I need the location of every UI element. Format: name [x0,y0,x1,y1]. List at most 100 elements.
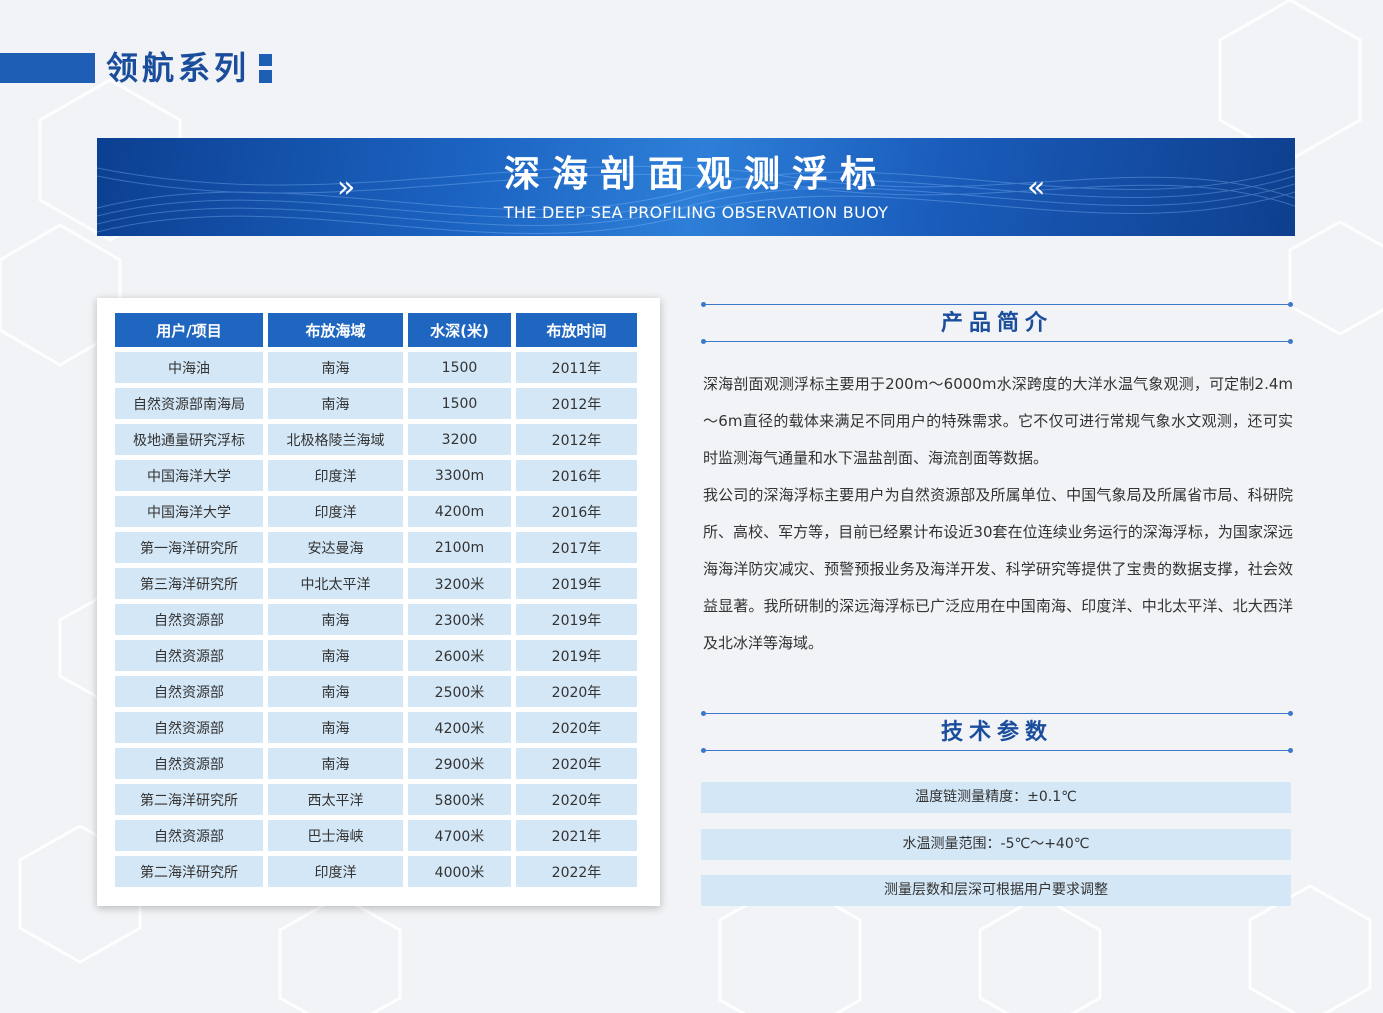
cell-year: 2019年 [516,640,637,671]
table-row: 自然资源部 南海 2600米 2019年 [115,640,637,671]
cell-depth: 3300m [408,460,511,491]
table-row: 第三海洋研究所 中北太平洋 3200米 2019年 [115,568,637,599]
cell-user: 第二海洋研究所 [115,856,263,887]
cell-sea: 南海 [268,676,403,707]
banner-subtitle: THE DEEP SEA PROFILING OBSERVATION BUOY [503,203,889,222]
cell-depth: 1500 [408,388,511,419]
cell-year: 2017年 [516,532,637,563]
header-sea-area: 布放海域 [268,313,403,347]
cell-year: 2016年 [516,460,637,491]
header-depth: 水深(米) [408,313,511,347]
cell-year: 2019年 [516,568,637,599]
table-row: 中国海洋大学 印度洋 4200m 2016年 [115,496,637,527]
cell-sea: 南海 [268,748,403,779]
cell-user: 自然资源部 [115,676,263,707]
cell-year: 2020年 [516,748,637,779]
table-row: 自然资源部 南海 4200米 2020年 [115,712,637,743]
cell-depth: 2500米 [408,676,511,707]
cell-sea: 南海 [268,712,403,743]
cell-user: 第三海洋研究所 [115,568,263,599]
cell-user: 自然资源部 [115,604,263,635]
cell-depth: 4700米 [408,820,511,851]
cell-user: 中国海洋大学 [115,496,263,527]
cell-year: 2016年 [516,496,637,527]
cell-depth: 4200米 [408,712,511,743]
cell-year: 2012年 [516,388,637,419]
cell-year: 2012年 [516,424,637,455]
cell-user: 中海油 [115,352,263,383]
cell-year: 2011年 [516,352,637,383]
cell-user: 中国海洋大学 [115,460,263,491]
cell-sea: 南海 [268,604,403,635]
table-row: 自然资源部 南海 2900米 2020年 [115,748,637,779]
cell-sea: 中北太平洋 [268,568,403,599]
cell-year: 2021年 [516,820,637,851]
cell-sea: 巴士海峡 [268,820,403,851]
intro-paragraph: 深海剖面观测浮标主要用于200m～6000m水深跨度的大洋水温气象观测，可定制2… [703,375,1293,467]
intro-divider-bottom [701,339,1293,344]
series-bar-right [259,54,272,83]
cell-year: 2019年 [516,604,637,635]
table-row: 中国海洋大学 印度洋 3300m 2016年 [115,460,637,491]
cell-year: 2022年 [516,856,637,887]
params-divider-top [701,711,1293,716]
banner-title: 深海剖面观测浮标 [503,154,888,195]
cell-sea: 南海 [268,388,403,419]
title-banner: » « 深海剖面观测浮标 THE DEEP SEA PROFILING OBSE… [97,138,1295,236]
cell-sea: 南海 [268,640,403,671]
param-item: 测量层数和层深可根据用户要求调整 [701,875,1291,906]
cell-depth: 4200m [408,496,511,527]
cell-depth: 3200米 [408,568,511,599]
cell-depth: 2900米 [408,748,511,779]
table-row: 第二海洋研究所 印度洋 4000米 2022年 [115,856,637,887]
table-row: 自然资源部南海局 南海 1500 2012年 [115,388,637,419]
series-title: 领航系列 [106,49,251,87]
table-row: 自然资源部 南海 2300米 2019年 [115,604,637,635]
table-header-row: 用户/项目 布放海域 水深(米) 布放时间 [115,313,637,347]
deployment-table: 用户/项目 布放海域 水深(米) 布放时间 中海油 南海 1500 2011年 自然资… [110,308,642,892]
cell-sea: 印度洋 [268,496,403,527]
cell-depth: 5800米 [408,784,511,815]
cell-sea: 印度洋 [268,856,403,887]
params-divider-bottom [701,748,1293,753]
cell-user: 自然资源部 [115,820,263,851]
cell-user: 极地通量研究浮标 [115,424,263,455]
param-item: 水温测量范围：-5℃～+40℃ [701,829,1291,860]
cell-sea: 北极格陵兰海域 [268,424,403,455]
table-row: 极地通量研究浮标 北极格陵兰海域 3200 2012年 [115,424,637,455]
header-deploy-time: 布放时间 [516,313,637,347]
intro-text: 深海剖面观测浮标主要用于200m～6000m水深跨度的大洋水温气象观测，可定制2… [703,366,1293,662]
param-item: 温度链测量精度：±0.1℃ [701,782,1291,813]
cell-user: 自然资源部 [115,640,263,671]
cell-sea: 印度洋 [268,460,403,491]
intro-paragraph: 我公司的深海浮标主要用户为自然资源部及所属单位、中国气象局及所属省市局、科研院所… [703,486,1293,652]
series-bar-left [0,53,95,83]
intro-divider-top [701,302,1293,307]
cell-sea: 西太平洋 [268,784,403,815]
cell-year: 2020年 [516,784,637,815]
deployment-table-card: 用户/项目 布放海域 水深(米) 布放时间 中海油 南海 1500 2011年 自然资… [97,298,660,906]
table-row: 第一海洋研究所 安达曼海 2100m 2017年 [115,532,637,563]
cell-user: 自然资源部 [115,748,263,779]
table-row: 第二海洋研究所 西太平洋 5800米 2020年 [115,784,637,815]
header-user-project: 用户/项目 [115,313,263,347]
cell-depth: 2300米 [408,604,511,635]
cell-depth: 2100m [408,532,511,563]
params-heading: 技术参数 [940,720,1053,745]
cell-year: 2020年 [516,712,637,743]
cell-depth: 2600米 [408,640,511,671]
table-row: 自然资源部 巴士海峡 4700米 2021年 [115,820,637,851]
cell-depth: 1500 [408,352,511,383]
cell-user: 自然资源部 [115,712,263,743]
table-row: 中海油 南海 1500 2011年 [115,352,637,383]
cell-depth: 3200 [408,424,511,455]
cell-user: 自然资源部南海局 [115,388,263,419]
cell-depth: 4000米 [408,856,511,887]
intro-heading: 产品简介 [940,311,1053,336]
cell-sea: 安达曼海 [268,532,403,563]
table-row: 自然资源部 南海 2500米 2020年 [115,676,637,707]
cell-user: 第二海洋研究所 [115,784,263,815]
cell-user: 第一海洋研究所 [115,532,263,563]
cell-sea: 南海 [268,352,403,383]
cell-year: 2020年 [516,676,637,707]
